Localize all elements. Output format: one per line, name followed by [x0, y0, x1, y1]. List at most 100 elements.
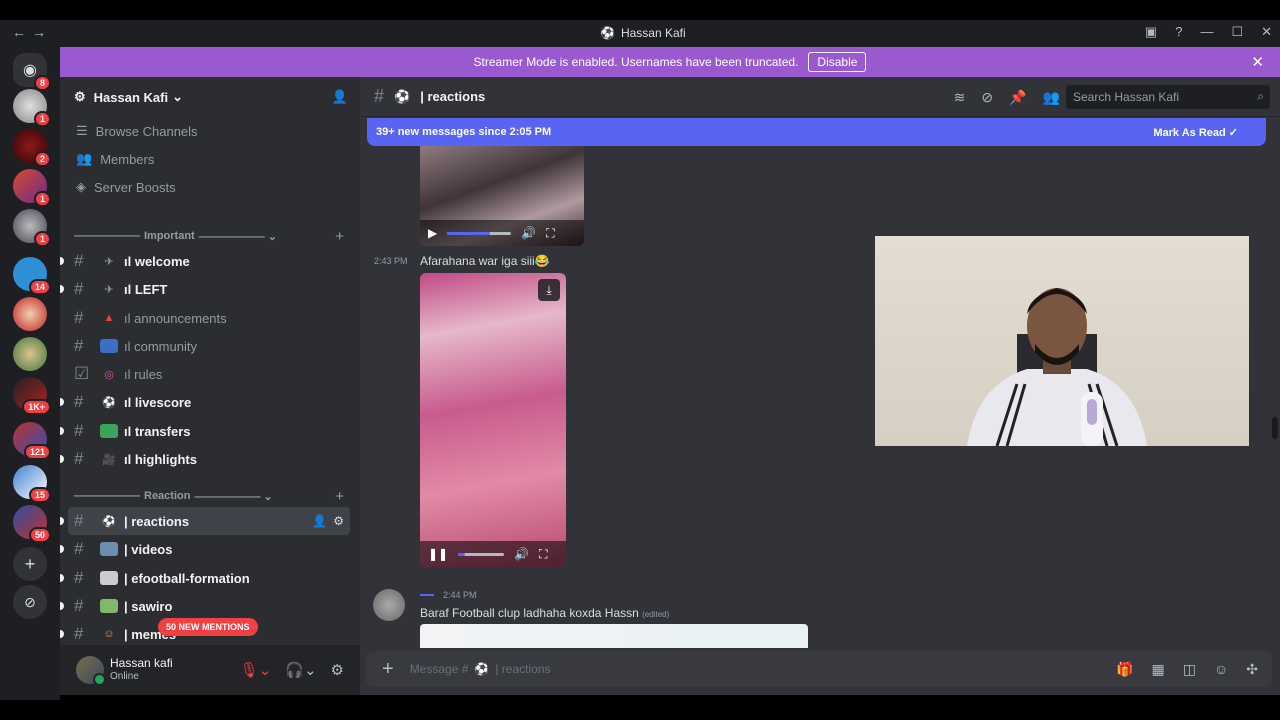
webcam-overlay — [875, 236, 1249, 446]
channel-rules[interactable]: ☑ ◎ ıl rules — [68, 360, 350, 388]
notifications-muted-icon[interactable]: ⊘ — [981, 89, 993, 106]
video-attachment-2[interactable]: ⤓ ❚❚ 🔊 ⛶ — [420, 273, 566, 567]
video-progress-1[interactable] — [447, 231, 512, 235]
server-boosts[interactable]: ◈ Server Boosts — [60, 173, 360, 201]
inbox-icon[interactable]: ▣ — [1145, 24, 1157, 40]
mic-muted-icon[interactable]: 🎙⌄ — [240, 661, 272, 679]
discord-home-icon[interactable]: ◉ 8 — [13, 53, 51, 91]
channel-community[interactable]: # ıl community — [68, 332, 350, 360]
new-mentions-pill[interactable]: 50 NEW MENTIONS — [158, 618, 258, 636]
server-icon-1[interactable]: 1 — [13, 89, 51, 127]
server-icon-active[interactable]: 50 — [13, 505, 51, 543]
football-emoji-icon: ⚽ — [102, 396, 116, 409]
browse-icon: ☰ — [76, 123, 88, 138]
chat-area: # ⚽ | reactions ≋ ⊘ 📌 👥 Search Hassan Ka… — [360, 77, 1280, 695]
volume-icon[interactable]: 🔊 — [521, 226, 536, 240]
headphones-icon[interactable]: 🎧⌄ — [285, 661, 316, 679]
volume-icon[interactable]: 🔊 — [514, 547, 529, 561]
channel-livescore[interactable]: # ⚽ ıl livescore — [60, 388, 350, 416]
maximize-icon[interactable]: ☐ — [1231, 24, 1243, 40]
gear-icon[interactable]: ⚙ — [333, 514, 344, 528]
server-icon-3[interactable]: 1 — [13, 169, 51, 207]
window-controls: ▣ ? — ☐ ✕ — [1145, 24, 1272, 40]
server-icon-6[interactable] — [13, 297, 47, 331]
server-icon-9[interactable]: 121 — [13, 422, 51, 460]
channel-reactions[interactable]: # ⚽ | reactions 👤 ⚙ — [60, 507, 350, 535]
user-settings-icon[interactable]: ⚙ — [331, 661, 344, 679]
forward-icon[interactable]: → — [32, 24, 52, 40]
close-window-icon[interactable]: ✕ — [1261, 24, 1272, 40]
channel-announcements[interactable]: # ▲ ıl announcements — [68, 304, 350, 332]
channel-videos[interactable]: # | videos — [60, 535, 350, 563]
football-emoji-icon: ⚽ — [102, 515, 116, 528]
discover-icon[interactable]: ⊘ — [13, 585, 47, 619]
dm-badge: 8 — [33, 75, 51, 91]
pin-icon[interactable]: 📌 — [1009, 89, 1026, 106]
laugh-emoji-icon: ☺ — [103, 628, 115, 640]
scrollbar[interactable] — [1272, 417, 1278, 439]
minimize-icon[interactable]: — — [1200, 24, 1213, 40]
back-icon[interactable]: ← — [12, 24, 32, 40]
member-list-icon[interactable]: 👥 — [1043, 89, 1060, 106]
pause-icon[interactable]: ❚❚ — [428, 547, 448, 561]
channel-left[interactable]: # ✈ ıl LEFT — [60, 275, 350, 303]
server-icon-4[interactable]: 1 — [13, 209, 51, 247]
disable-streamer-button[interactable]: Disable — [808, 52, 867, 72]
channel-sawiro[interactable]: # | sawiro — [60, 592, 350, 620]
server-header[interactable]: ⚙ Hassan Kafi ⌄ 👤 — [60, 77, 360, 117]
football-emoji-icon: ⚽ — [394, 88, 411, 104]
server-icon-2[interactable]: 2 — [13, 129, 51, 167]
apps-icon[interactable]: ✣ — [1246, 661, 1258, 678]
channel-highlights[interactable]: # 🎥 ıl highlights — [60, 445, 350, 473]
server-icon-10[interactable]: 15 — [13, 465, 51, 503]
emoji-icon[interactable]: ☺ — [1214, 661, 1228, 678]
mark-read-icon: ✓ — [1228, 126, 1238, 139]
truncated-username[interactable] — [420, 594, 434, 596]
video-progress-2[interactable] — [458, 552, 505, 556]
channel-transfers[interactable]: # ıl transfers — [60, 417, 350, 445]
members[interactable]: 👥 Members — [60, 145, 360, 173]
avatar[interactable] — [373, 589, 405, 621]
channel-hash-icon: # — [374, 86, 385, 106]
gif-icon[interactable]: ▦ — [1152, 661, 1165, 678]
help-icon[interactable]: ? — [1175, 24, 1182, 40]
boost-icon: ◈ — [76, 179, 86, 194]
threads-icon[interactable]: ≋ — [954, 89, 966, 106]
streamer-mode-banner: Streamer Mode is enabled. Usernames have… — [60, 47, 1280, 77]
add-channel-icon[interactable]: + — [335, 488, 344, 505]
play-icon[interactable]: ▶ — [428, 226, 437, 240]
add-channel-icon[interactable]: + — [335, 228, 344, 245]
header-toolbar: ≋ ⊘ 📌 👥 — [954, 89, 1060, 106]
add-server-icon[interactable]: + — [13, 547, 47, 581]
fullscreen-icon[interactable]: ⛶ — [539, 547, 547, 562]
download-icon[interactable]: ⤓ — [538, 279, 560, 301]
banner-text: Streamer Mode is enabled. Usernames have… — [473, 55, 799, 69]
channel-efootball-formation[interactable]: # | efootball-formation — [60, 564, 350, 592]
video-controls: ❚❚ 🔊 ⛶ — [420, 541, 566, 567]
category-reaction[interactable]: —————— Reaction —————— ⌄ + — [60, 482, 360, 510]
search-icon: ⌕ — [1257, 89, 1264, 103]
image-embed[interactable] — [420, 624, 808, 648]
close-banner-icon[interactable]: ✕ — [1251, 53, 1264, 71]
invite-icon[interactable]: 👤 — [312, 514, 327, 528]
rules-channel-icon: ☑ — [74, 364, 90, 383]
channel-welcome[interactable]: # ✈ ıl welcome — [60, 247, 350, 275]
message-composer[interactable]: + Message # ⚽ | reactions 🎁 ▦ ◫ ☺ ✣ — [366, 651, 1272, 687]
server-icon-5[interactable]: 14 — [13, 257, 51, 295]
server-icon-8[interactable]: 1K+ — [13, 377, 51, 415]
new-messages-bar[interactable]: 39+ new messages since 2:05 PM Mark As R… — [367, 118, 1266, 146]
fullscreen-icon[interactable]: ⛶ — [546, 226, 554, 241]
gift-icon[interactable]: 🎁 — [1116, 661, 1133, 678]
server-icon-7[interactable] — [13, 337, 47, 371]
category-important[interactable]: —————— Important —————— ⌄ + — [60, 222, 360, 250]
browse-channels[interactable]: ☰ Browse Channels — [60, 117, 360, 145]
avatar[interactable] — [76, 656, 106, 686]
video-attachment-1[interactable]: ▶ 🔊 ⛶ — [420, 146, 584, 246]
search-input[interactable]: Search Hassan Kafi ⌕ — [1066, 85, 1270, 109]
mark-as-read-button[interactable]: Mark As Read ✓ — [1153, 126, 1238, 139]
sticker-icon[interactable]: ◫ — [1183, 661, 1196, 678]
add-attachment-icon[interactable]: + — [382, 658, 394, 681]
history-nav[interactable]: ←→ — [12, 24, 52, 40]
channel-sidebar: ⚙ Hassan Kafi ⌄ 👤 ☰ Browse Channels 👥 Memb… — [60, 77, 360, 645]
invite-icon[interactable]: 👤 — [332, 89, 348, 105]
